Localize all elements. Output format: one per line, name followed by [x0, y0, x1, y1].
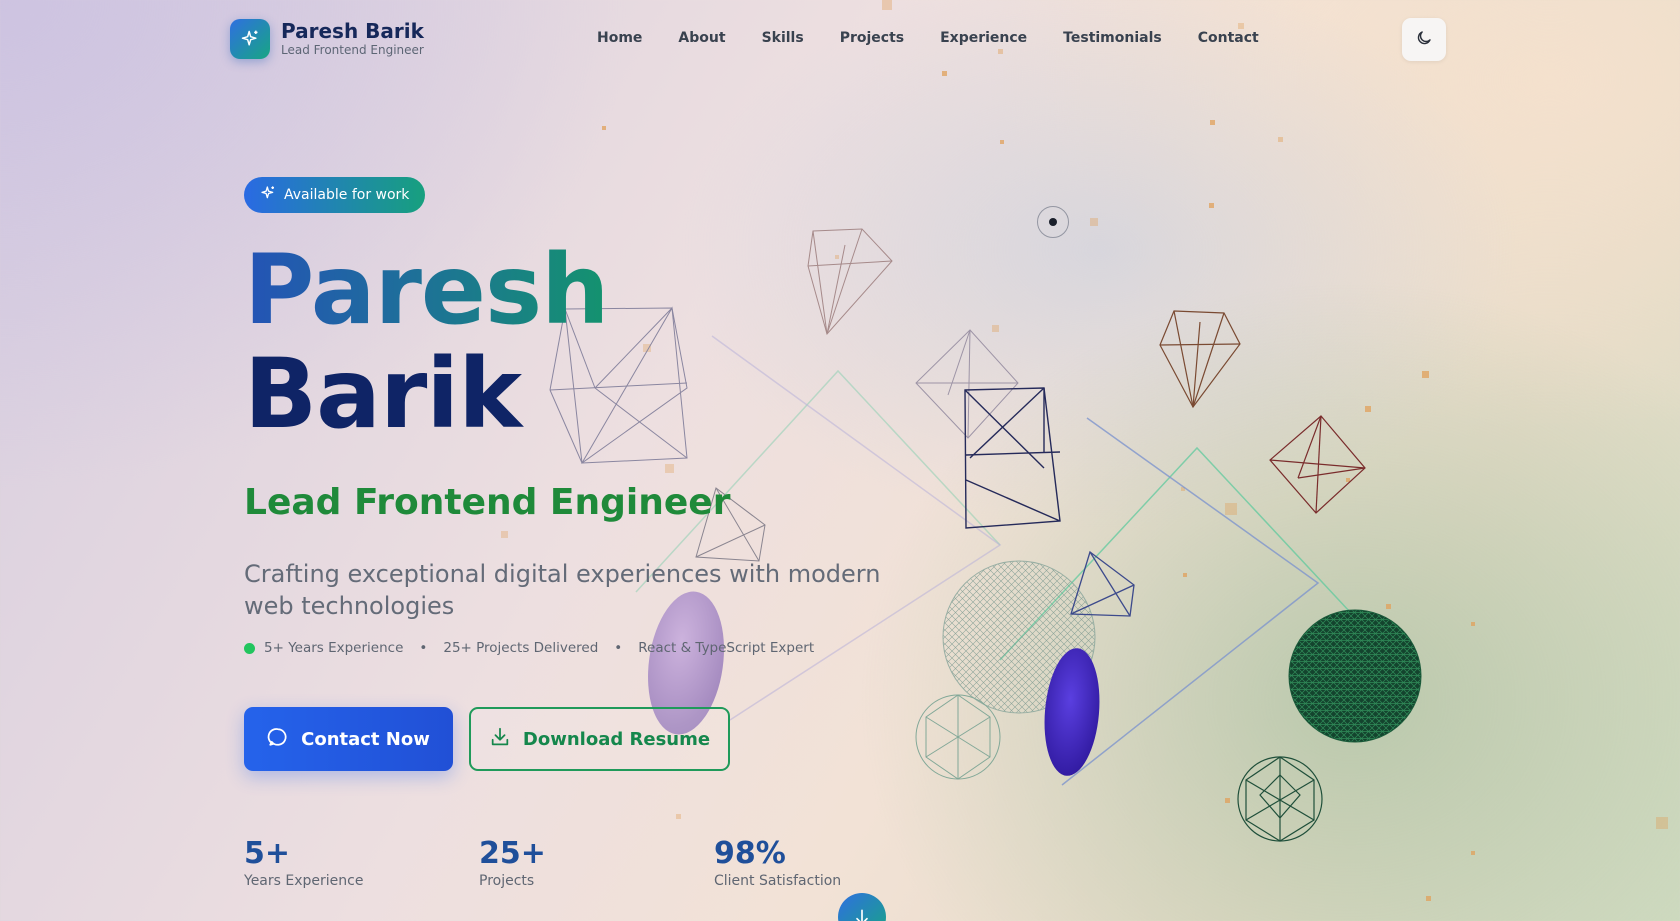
arrow-down-icon: [852, 907, 872, 921]
hero-highlights: 5+ Years Experience • 25+ Projects Deliv…: [244, 640, 814, 656]
status-dot: [244, 642, 255, 654]
stat-label: Projects: [479, 873, 535, 889]
hero-last-name: Barik: [244, 338, 522, 450]
site-header: Paresh Barik Lead Frontend Engineer Home…: [0, 0, 1680, 78]
highlight-experience: 5+ Years Experience: [264, 640, 404, 656]
stat-label: Years Experience: [244, 873, 364, 889]
bullet-separator: •: [419, 640, 428, 656]
hero-first-name: Paresh: [244, 234, 609, 346]
nav-about[interactable]: About: [678, 28, 725, 48]
nav-home[interactable]: Home: [597, 28, 642, 48]
wireframe-icosphere-green: [1237, 756, 1323, 842]
nav-skills[interactable]: Skills: [762, 28, 804, 48]
nav-testimonials[interactable]: Testimonials: [1063, 28, 1162, 48]
highlight-expertise: React & TypeScript Expert: [638, 640, 815, 656]
theme-toggle-button[interactable]: [1402, 18, 1446, 61]
message-circle-icon: [267, 726, 289, 753]
wireframe-shapes: [501, 0, 1668, 901]
wireframe-octahedron-maroon: [1269, 415, 1366, 514]
nav-contact[interactable]: Contact: [1198, 28, 1259, 48]
download-icon: [489, 726, 511, 753]
sparkles-icon: [230, 19, 270, 59]
contact-now-label: Contact Now: [301, 728, 430, 750]
stat-years: 5+ Years Experience: [244, 837, 363, 890]
stat-value: 5+: [244, 836, 291, 871]
nav-experience[interactable]: Experience: [940, 28, 1027, 48]
stat-value: 98%: [714, 836, 786, 871]
wireframe-cube-navy: [964, 387, 1061, 529]
hero-heading: Paresh Barik: [244, 238, 609, 446]
cursor-dot: [1049, 218, 1057, 226]
highlight-projects: 25+ Projects Delivered: [443, 640, 599, 656]
scroll-down-button[interactable]: [838, 893, 886, 921]
background-3d-scene: [0, 0, 1680, 921]
availability-badge: Available for work: [244, 177, 426, 213]
wireframe-gem-brown: [1159, 310, 1241, 409]
wireframe-tetra-blue: [1070, 550, 1135, 617]
stat-value: 25+: [479, 836, 546, 871]
wireframe-gem: [807, 228, 893, 336]
wireframe-octahedron-faint: [915, 329, 1019, 439]
brand-subtitle: Lead Frontend Engineer: [281, 43, 424, 57]
main-nav: Home About Skills Projects Experience Te…: [597, 28, 1259, 48]
download-resume-label: Download Resume: [522, 728, 711, 750]
hero-tagline: Crafting exceptional digital experiences…: [244, 560, 881, 620]
stat-projects: 25+ Projects: [479, 837, 546, 890]
indigo-capsule: [1044, 648, 1100, 776]
hero-role: Lead Frontend Engineer: [244, 482, 731, 523]
brand-name: Paresh Barik: [281, 19, 424, 43]
nav-projects[interactable]: Projects: [840, 28, 904, 48]
moon-icon: [1415, 29, 1433, 50]
brand-logo[interactable]: Paresh Barik Lead Frontend Engineer: [230, 19, 424, 59]
bullet-separator: •: [614, 640, 623, 656]
custom-cursor: [1037, 206, 1069, 238]
availability-text: Available for work: [284, 187, 410, 203]
download-resume-button[interactable]: Download Resume: [469, 707, 730, 771]
mesh-sphere-grey: [942, 560, 1096, 714]
stat-label: Client Satisfaction: [714, 873, 842, 889]
mesh-sphere-green: [1289, 610, 1421, 742]
contact-now-button[interactable]: Contact Now: [244, 707, 453, 771]
stat-satisfaction: 98% Client Satisfaction: [714, 837, 841, 890]
wireframe-icosphere-faint: [915, 694, 1001, 780]
sparkles-icon: [260, 185, 276, 205]
